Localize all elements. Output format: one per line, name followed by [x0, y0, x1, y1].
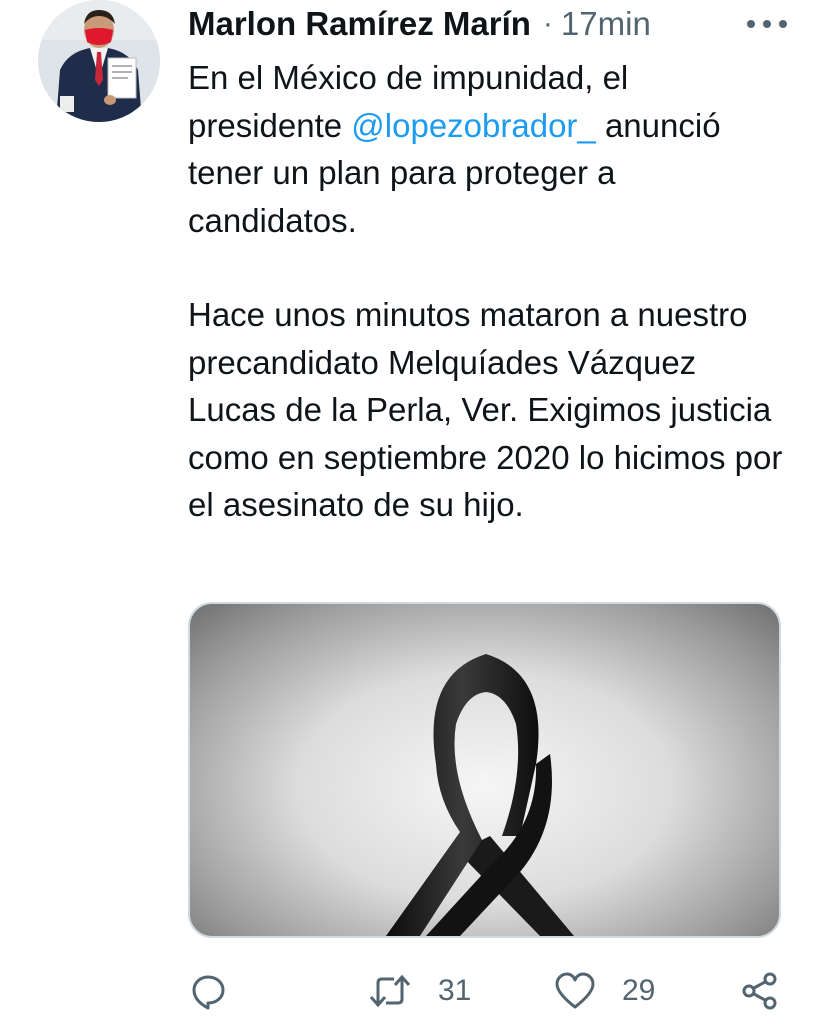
retweet-button[interactable]: 31: [368, 966, 471, 1016]
heart-icon: [555, 972, 595, 1009]
tweet: Marlon Ramírez Marín · 17min En el Méxic…: [0, 0, 823, 1024]
share-icon: [742, 972, 777, 1010]
retweet-count: 31: [438, 974, 472, 1007]
more-dots-icon: [747, 20, 787, 28]
reply-button[interactable]: [188, 966, 228, 1016]
more-options-button[interactable]: [743, 6, 793, 42]
tweet-paragraph-2: Hace unos minutos mataron a nuestro prec…: [188, 296, 783, 523]
mourning-ribbon-icon: [386, 654, 574, 936]
mention-link[interactable]: @lopezobrador_: [351, 107, 596, 144]
tweet-paragraph-1: En el México de impunidad, el presidente…: [188, 54, 788, 244]
timestamp[interactable]: 17min: [561, 5, 651, 43]
header-separator: ·: [542, 7, 553, 40]
like-count: 29: [622, 974, 656, 1007]
avatar-photo: [38, 0, 160, 122]
tweet-actions: 31 29: [188, 966, 788, 1016]
avatar[interactable]: [38, 0, 160, 122]
like-button[interactable]: 29: [554, 966, 655, 1016]
tweet-text: En el México de impunidad, el presidente…: [188, 54, 788, 529]
tweet-header: Marlon Ramírez Marín · 17min: [188, 4, 793, 44]
reply-icon: [192, 975, 225, 1010]
tweet-media[interactable]: [188, 602, 781, 938]
share-button[interactable]: [740, 966, 780, 1016]
author-name[interactable]: Marlon Ramírez Marín: [188, 5, 531, 43]
retweet-icon: [369, 974, 411, 1008]
